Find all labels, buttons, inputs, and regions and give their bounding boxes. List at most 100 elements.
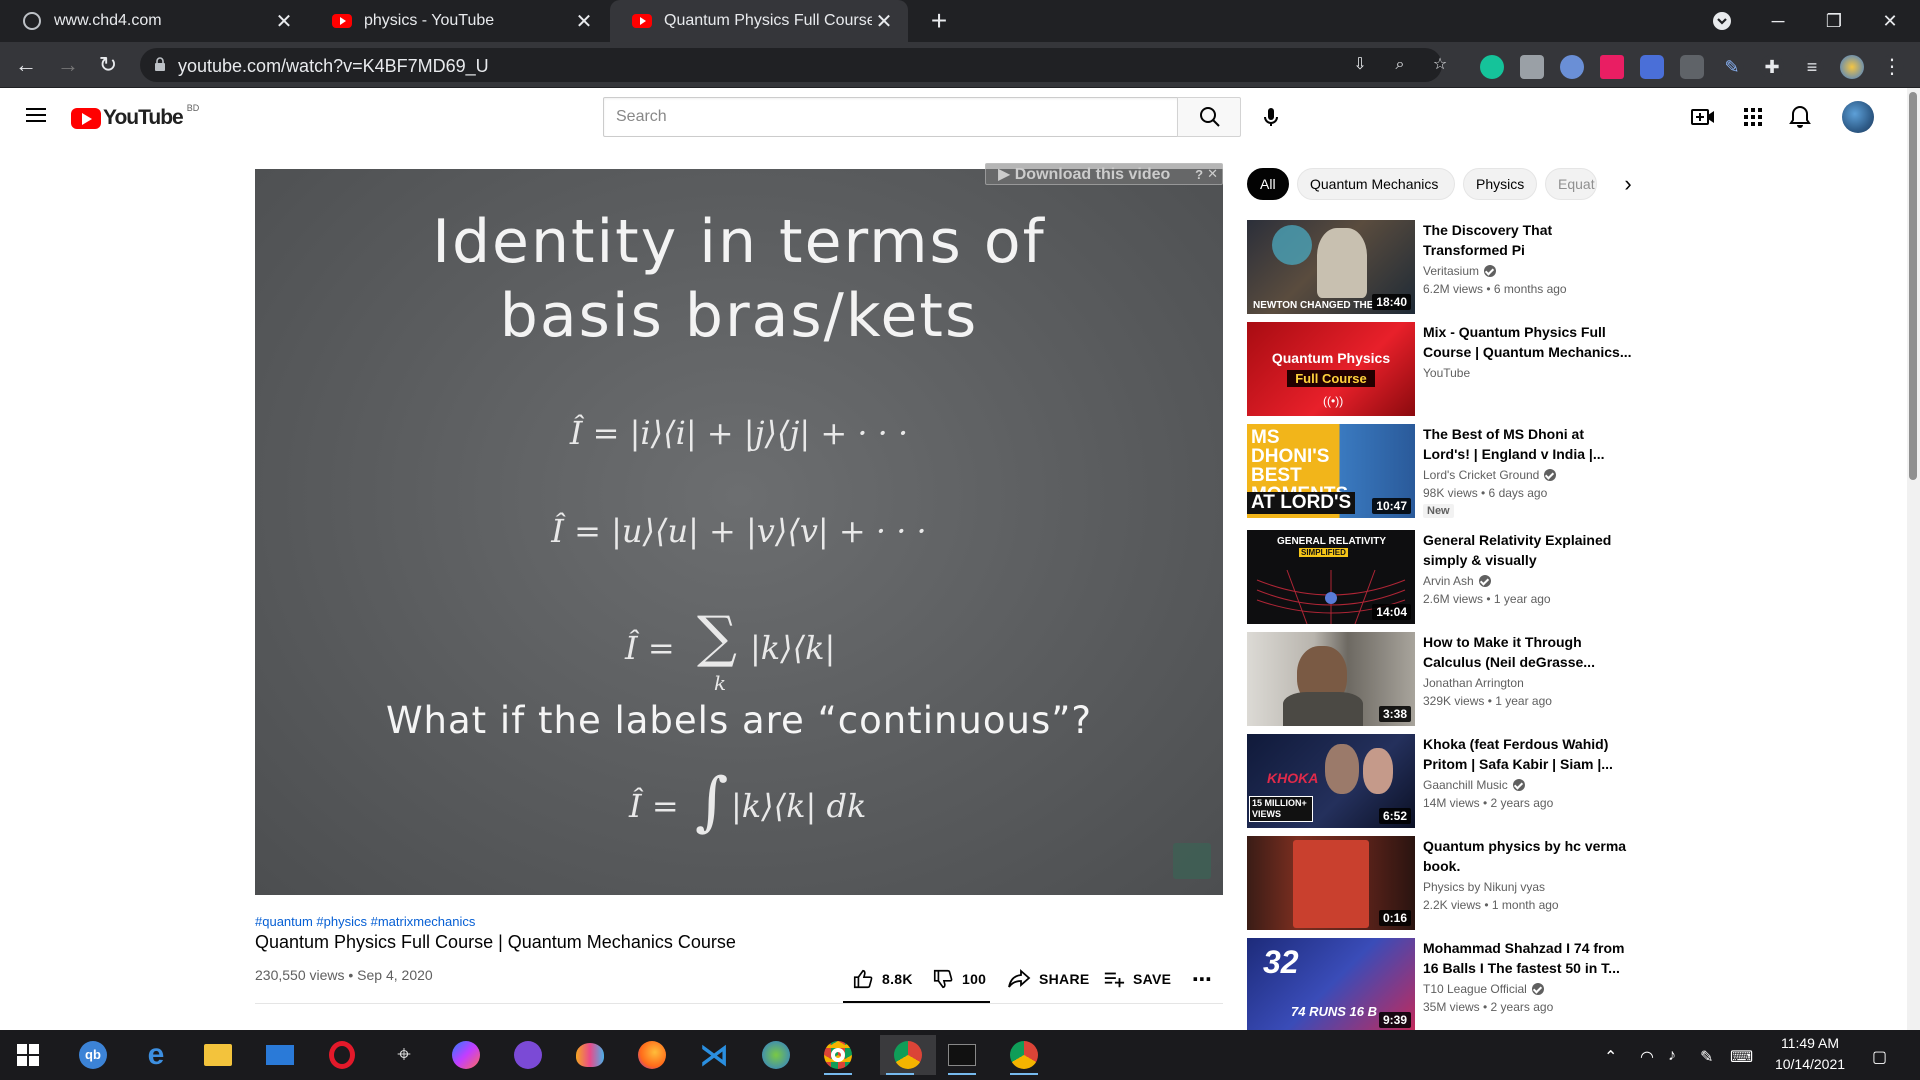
video-title[interactable]: How to Make it Through Calculus (Neil de… xyxy=(1423,632,1633,672)
close-icon[interactable]: ✕ xyxy=(1207,166,1218,182)
earth-app-icon[interactable] xyxy=(756,1035,796,1075)
chip-physics[interactable]: Physics xyxy=(1463,168,1537,200)
video-thumbnail[interactable]: 0:16 xyxy=(1247,836,1415,930)
wifi-icon[interactable]: ◠ xyxy=(1640,1047,1654,1067)
video-title[interactable]: The Discovery That Transformed Pi xyxy=(1423,220,1633,260)
recommendation-item[interactable]: KHOKA 15 MILLION+ VIEWS 6:52 Khoka (feat… xyxy=(1247,734,1647,828)
channel-name[interactable]: Gaanchill Music xyxy=(1423,778,1525,792)
close-window-button[interactable]: ✕ xyxy=(1862,0,1918,42)
video-thumbnail[interactable]: KHOKA 15 MILLION+ VIEWS 6:52 xyxy=(1247,734,1415,828)
pen-icon[interactable]: ✎ xyxy=(1700,1047,1713,1067)
recommendation-item[interactable]: Quantum Physics Full Course ((•)) Mix - … xyxy=(1247,322,1647,416)
video-title[interactable]: Mix - Quantum Physics Full Course | Quan… xyxy=(1423,322,1633,362)
save-button[interactable]: SAVE xyxy=(1103,966,1171,992)
tab-quantum-physics[interactable]: Quantum Physics Full Course | Qu ✕ xyxy=(610,0,908,42)
bookmark-star-icon[interactable]: ☆ xyxy=(1430,55,1450,75)
chip-equat[interactable]: Equat xyxy=(1545,168,1597,200)
recommendation-item[interactable]: 0:16 Quantum physics by hc verma book. P… xyxy=(1247,836,1647,930)
download-extension-icon[interactable] xyxy=(1640,55,1664,79)
recommendation-item[interactable]: 3:38 How to Make it Through Calculus (Ne… xyxy=(1247,632,1647,726)
maximize-window-button[interactable]: ❐ xyxy=(1806,0,1862,42)
terminal-icon[interactable] xyxy=(942,1035,982,1075)
scrollbar-thumb[interactable] xyxy=(1909,92,1917,480)
media-control-icon[interactable]: ≡ xyxy=(1800,55,1824,79)
recommendation-item[interactable]: NEWTON CHANGED THE 18:40 The Discovery T… xyxy=(1247,220,1647,314)
notifications-button[interactable] xyxy=(1787,104,1813,130)
close-tab-icon[interactable]: ✕ xyxy=(272,9,296,34)
channel-watermark[interactable] xyxy=(1173,843,1211,879)
extension-icon[interactable] xyxy=(1560,55,1584,79)
dislike-button[interactable]: 100 xyxy=(932,966,986,992)
system-clock[interactable]: 11:49 AM 10/14/2021 xyxy=(1760,1033,1860,1075)
help-icon[interactable]: ? xyxy=(1195,167,1203,182)
profile-avatar[interactable] xyxy=(1840,55,1864,79)
video-thumbnail[interactable]: MS DHONI'S BEST MOMENTS AT LORD'S 10:47 xyxy=(1247,424,1415,518)
close-tab-icon[interactable]: ✕ xyxy=(872,9,896,34)
share-button[interactable]: SHARE xyxy=(1007,966,1090,992)
chip-quantum-mechanics[interactable]: Quantum Mechanics xyxy=(1297,168,1455,200)
opera-icon[interactable] xyxy=(322,1035,362,1075)
youtube-logo[interactable]: YouTube BD xyxy=(71,103,199,130)
qbittorrent-icon[interactable]: qb xyxy=(73,1035,113,1075)
vscode-icon[interactable]: ⋊ xyxy=(694,1035,734,1075)
recommendation-item[interactable]: GENERAL RELATIVITY SIMPLIFIED 14:04 Gene… xyxy=(1247,530,1647,624)
like-button[interactable]: 8.8K xyxy=(852,966,913,992)
tab-physics-youtube[interactable]: physics - YouTube ✕ xyxy=(310,0,608,42)
browser-menu-icon[interactable]: ⋮ xyxy=(1880,55,1904,79)
channel-name[interactable]: Physics by Nikunj vyas xyxy=(1423,880,1545,894)
volume-icon[interactable]: ♪ xyxy=(1668,1047,1676,1065)
tab-search-icon[interactable] xyxy=(1694,0,1750,42)
file-explorer-icon[interactable] xyxy=(198,1035,238,1075)
recommendation-item[interactable]: MS DHONI'S BEST MOMENTS AT LORD'S 10:47 … xyxy=(1247,424,1647,518)
video-thumbnail[interactable]: Quantum Physics Full Course ((•)) xyxy=(1247,322,1415,416)
video-thumbnail[interactable]: NEWTON CHANGED THE 18:40 xyxy=(1247,220,1415,314)
guide-menu-icon[interactable] xyxy=(26,108,46,122)
video-title[interactable]: The Best of MS Dhoni at Lord's! | Englan… xyxy=(1423,424,1633,464)
edge-legacy-icon[interactable]: e xyxy=(136,1035,176,1075)
chip-all[interactable]: All xyxy=(1247,168,1289,200)
chrome-icon[interactable] xyxy=(818,1035,858,1075)
address-bar[interactable]: youtube.com/watch?v=K4BF7MD69_U ⇩ ⌕ ☆ xyxy=(140,48,1447,82)
video-title[interactable]: Quantum physics by hc verma book. xyxy=(1423,836,1633,876)
github-icon[interactable] xyxy=(508,1035,548,1075)
start-button[interactable] xyxy=(8,1035,48,1075)
recommendation-item[interactable]: 32 74 RUNS 16 B 9:39 Mohammad Shahzad I … xyxy=(1247,938,1647,1032)
notifications-icon[interactable]: ▢ xyxy=(1872,1047,1887,1067)
play-extension-icon[interactable] xyxy=(1600,55,1624,79)
show-hidden-icons-chevron-icon[interactable]: ⌃ xyxy=(1604,1047,1617,1067)
channel-name[interactable]: Arvin Ash xyxy=(1423,574,1491,588)
video-thumbnail[interactable]: 3:38 xyxy=(1247,632,1415,726)
tab-chd4[interactable]: www.chd4.com ✕ xyxy=(0,0,308,42)
paint-app-icon[interactable] xyxy=(570,1035,610,1075)
back-arrow-icon[interactable]: ← xyxy=(10,49,42,81)
install-app-icon[interactable]: ⇩ xyxy=(1350,55,1370,75)
apps-button[interactable] xyxy=(1740,104,1766,130)
video-player[interactable]: Identity in terms of basis bras/kets Î =… xyxy=(255,169,1223,895)
satellite-app-icon[interactable]: ⌖ xyxy=(384,1035,424,1075)
minimize-window-button[interactable]: ─ xyxy=(1750,0,1806,42)
screen-extension-icon[interactable] xyxy=(1680,55,1704,79)
video-thumbnail[interactable]: GENERAL RELATIVITY SIMPLIFIED 14:04 xyxy=(1247,530,1415,624)
chrome-profile-icon[interactable] xyxy=(1004,1035,1044,1075)
create-video-button[interactable] xyxy=(1690,104,1716,130)
search-input[interactable] xyxy=(604,98,1178,136)
account-avatar[interactable] xyxy=(1842,101,1874,133)
pen-extension-icon[interactable]: ✎ xyxy=(1720,55,1744,79)
video-hashtags[interactable]: #quantum #physics #matrixmechanics xyxy=(255,914,475,929)
channel-name[interactable]: Jonathan Arrington xyxy=(1423,676,1524,690)
chrome-active-window[interactable] xyxy=(880,1035,936,1075)
video-thumbnail[interactable]: 32 74 RUNS 16 B 9:39 xyxy=(1247,938,1415,1032)
grammarly-extension-icon[interactable] xyxy=(1480,55,1504,79)
video-title[interactable]: General Relativity Explained simply & vi… xyxy=(1423,530,1633,570)
channel-name[interactable]: T10 League Official xyxy=(1423,982,1544,996)
new-tab-button[interactable]: + xyxy=(922,4,956,38)
puzzle-extensions-icon[interactable]: ✚ xyxy=(1760,55,1784,79)
more-actions-button[interactable]: ⋯ xyxy=(1192,966,1212,992)
zoom-icon[interactable]: ⌕ xyxy=(1390,55,1410,75)
firefox-icon[interactable] xyxy=(632,1035,672,1075)
messenger-icon[interactable] xyxy=(446,1035,486,1075)
reload-icon[interactable]: ↻ xyxy=(92,49,124,81)
camera-extension-icon[interactable] xyxy=(1520,55,1544,79)
video-title[interactable]: Khoka (feat Ferdous Wahid) Pritom | Safa… xyxy=(1423,734,1633,774)
keyboard-icon[interactable]: ⌨ xyxy=(1730,1047,1753,1067)
